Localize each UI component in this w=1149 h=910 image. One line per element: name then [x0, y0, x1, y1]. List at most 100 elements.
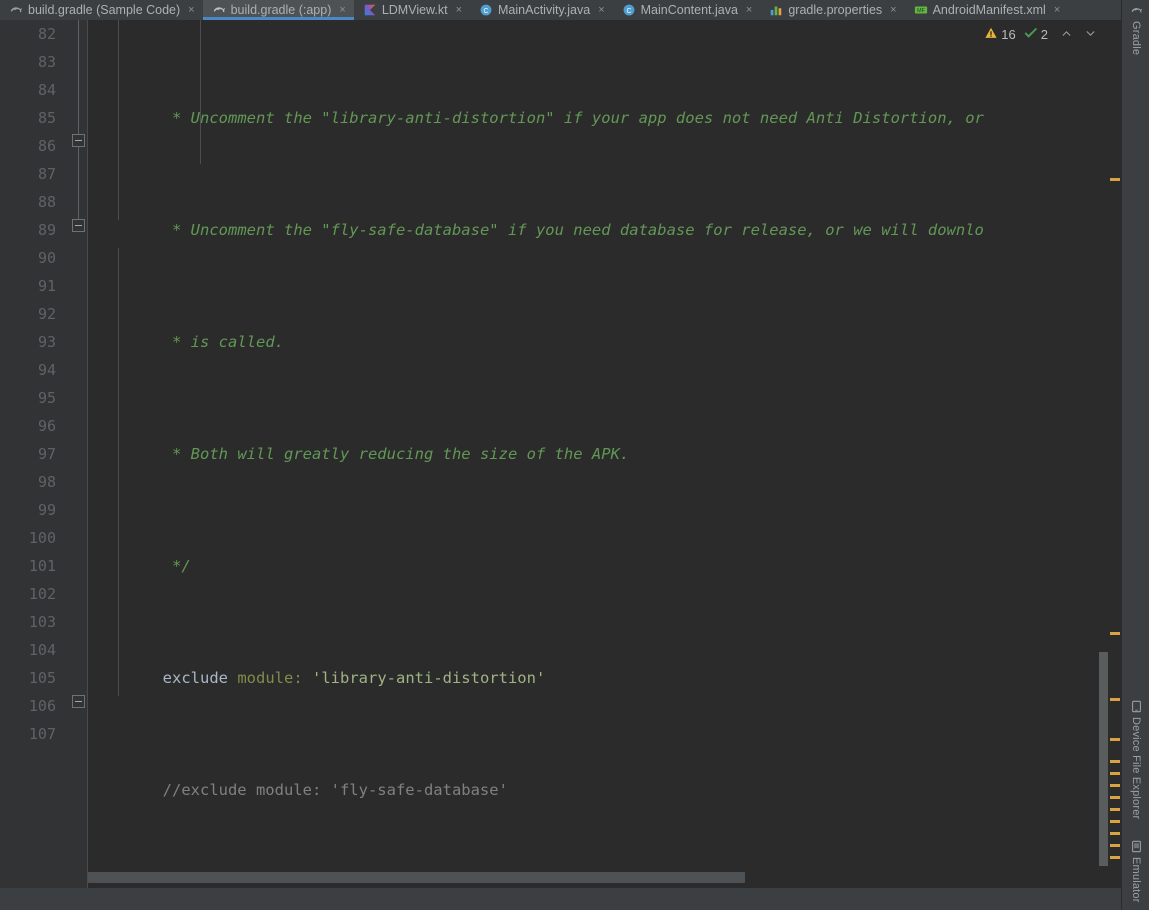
warning-marker[interactable]	[1110, 856, 1120, 859]
editor-tab-maincontent-java[interactable]: C MainContent.java ×	[612, 0, 761, 20]
warning-marker[interactable]	[1110, 698, 1120, 701]
warning-marker[interactable]	[1110, 808, 1120, 811]
code-token-property: module:	[237, 669, 303, 687]
code-content[interactable]: * Uncomment the "library-anti-distortion…	[88, 20, 1121, 888]
right-tool-window-bar[interactable]: Gradle Device File Explorer Emulator	[1121, 0, 1149, 910]
code-token-comment: //exclude module: 'fly-safe-database'	[162, 781, 508, 799]
code-folding-column[interactable]	[70, 20, 88, 888]
warning-marker[interactable]	[1110, 772, 1120, 775]
line-number: 96	[37, 417, 56, 435]
svg-text:C: C	[626, 8, 631, 15]
chevron-down-icon[interactable]	[1080, 27, 1101, 42]
warning-count: 16	[1001, 26, 1016, 42]
code-line-82[interactable]: * Uncomment the "library-anti-distortion…	[88, 104, 1121, 132]
editor-tab-mainactivity-java[interactable]: C MainActivity.java ×	[470, 0, 613, 20]
warning-marker[interactable]	[1110, 632, 1120, 635]
warning-marker[interactable]	[1110, 738, 1120, 741]
svg-text:C: C	[483, 8, 488, 15]
warning-marker[interactable]	[1110, 844, 1120, 847]
line-number: 84	[37, 81, 56, 99]
fold-marker-collapse[interactable]	[72, 134, 85, 147]
code-token-comment: */	[172, 557, 191, 575]
warning-marker[interactable]	[1110, 796, 1120, 799]
code-line-85[interactable]: * Both will greatly reducing the size of…	[88, 440, 1121, 468]
tool-button-label: Emulator	[1130, 857, 1142, 903]
code-line-88[interactable]: //exclude module: 'fly-safe-database'	[88, 776, 1121, 804]
fold-region-line	[78, 147, 79, 219]
code-line-84[interactable]: * is called.	[88, 328, 1121, 356]
code-token-comment: * is called.	[172, 333, 284, 351]
fold-marker-collapse[interactable]	[72, 219, 85, 232]
error-stripe-marker-gutter[interactable]	[1109, 20, 1121, 888]
warning-marker[interactable]	[1110, 832, 1120, 835]
android-studio-editor-window: build.gradle (Sample Code) × build.gradl…	[0, 0, 1149, 910]
code-token-comment: * Both will greatly reducing the size of…	[172, 445, 630, 463]
editor-tab-bar[interactable]: build.gradle (Sample Code) × build.gradl…	[0, 0, 1149, 20]
line-number: 104	[28, 641, 56, 659]
code-token-keyword: exclude	[162, 669, 228, 687]
warning-marker[interactable]	[1110, 178, 1120, 181]
line-number: 106	[28, 697, 56, 715]
emulator-icon	[1130, 840, 1143, 853]
tab-close-icon[interactable]: ×	[339, 4, 345, 16]
editor-tab-gradle-properties[interactable]: gradle.properties ×	[760, 0, 905, 20]
properties-file-icon	[769, 3, 783, 17]
editor-tab-label: LDMView.kt	[381, 3, 448, 17]
tool-button-gradle[interactable]: Gradle	[1122, 4, 1149, 55]
chevron-up-icon[interactable]	[1056, 27, 1077, 42]
warning-marker[interactable]	[1110, 784, 1120, 787]
line-number: 92	[37, 305, 56, 323]
line-number: 94	[37, 361, 56, 379]
line-number: 89	[37, 221, 56, 239]
line-number: 105	[28, 669, 56, 687]
horizontal-scrollbar-thumb[interactable]	[88, 872, 745, 883]
line-number: 91	[37, 277, 56, 295]
tool-button-label: Gradle	[1130, 21, 1142, 56]
editor-tab-androidmanifest-xml[interactable]: MF AndroidManifest.xml ×	[904, 0, 1069, 20]
warning-marker[interactable]	[1110, 760, 1120, 763]
line-number: 86	[37, 137, 56, 155]
fold-region-line	[78, 20, 79, 134]
tool-button-device-file-explorer[interactable]: Device File Explorer	[1122, 700, 1149, 819]
horizontal-scrollbar[interactable]	[88, 866, 1121, 888]
line-number: 97	[37, 445, 56, 463]
line-number: 102	[28, 585, 56, 603]
line-number: 87	[37, 165, 56, 183]
gradle-tool-icon	[1130, 4, 1143, 17]
editor-tab-build-gradle-sample-code[interactable]: build.gradle (Sample Code) ×	[0, 0, 203, 20]
code-line-87[interactable]: exclude module: 'library-anti-distortion…	[88, 664, 1121, 692]
line-number: 107	[28, 725, 56, 743]
editor-tab-label: AndroidManifest.xml	[932, 3, 1046, 17]
code-token-string: 'library-anti-distortion'	[312, 669, 546, 687]
tab-close-icon[interactable]: ×	[746, 4, 752, 16]
tool-button-emulator[interactable]: Emulator	[1122, 840, 1149, 903]
code-token-comment: * Uncomment the "library-anti-distortion…	[172, 109, 891, 127]
code-line-83[interactable]: * Uncomment the "fly-safe-database" if y…	[88, 216, 1121, 244]
line-number: 88	[37, 193, 56, 211]
line-number: 85	[37, 109, 56, 127]
code-token-comment: * Uncomment the "fly-safe-database" if y…	[172, 221, 984, 239]
tab-close-icon[interactable]: ×	[188, 4, 194, 16]
line-number: 98	[37, 473, 56, 491]
code-editor[interactable]: 82 83 84 85 86 87 88 89 90 91 92 93 94 9…	[0, 20, 1121, 888]
warning-marker[interactable]	[1110, 820, 1120, 823]
line-number: 95	[37, 389, 56, 407]
tab-close-icon[interactable]: ×	[1054, 4, 1060, 16]
tab-close-icon[interactable]: ×	[456, 4, 462, 16]
fold-marker-collapse[interactable]	[72, 695, 85, 708]
line-number: 82	[37, 25, 56, 43]
code-token-comment: ortion, or	[890, 109, 984, 127]
line-number: 103	[28, 613, 56, 631]
line-number: 100	[28, 529, 56, 547]
java-class-icon: C	[479, 3, 493, 17]
line-number: 99	[37, 501, 56, 519]
inspection-widget[interactable]: 16 2	[980, 22, 1105, 46]
tab-close-icon[interactable]: ×	[890, 4, 896, 16]
tab-close-icon[interactable]: ×	[598, 4, 604, 16]
editor-tab-ldmview-kt[interactable]: LDMView.kt ×	[353, 0, 471, 20]
line-number: 90	[37, 249, 56, 267]
vertical-scrollbar-thumb[interactable]	[1099, 652, 1108, 888]
editor-tab-build-gradle-app[interactable]: build.gradle (:app) ×	[202, 0, 355, 20]
editor-tab-label: build.gradle (Sample Code)	[28, 3, 181, 17]
code-line-86[interactable]: */	[88, 552, 1121, 580]
